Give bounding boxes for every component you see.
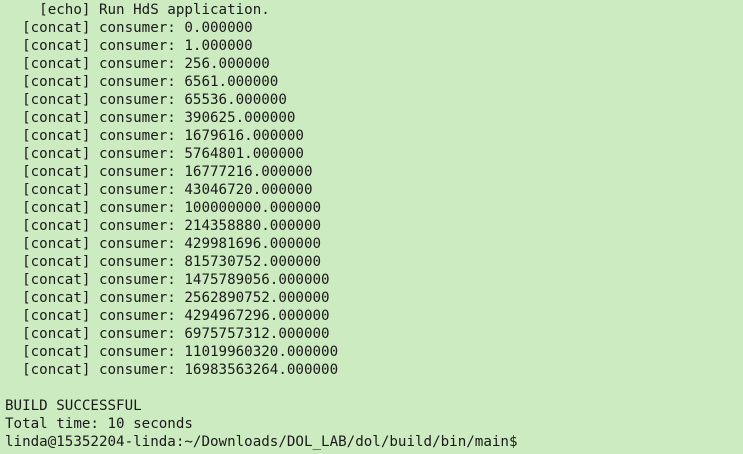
build-status: BUILD SUCCESSFUL [5,398,142,414]
command-prompt[interactable]: linda@15352204-linda:~/Downloads/DOL_LAB… [5,433,743,451]
output-line-blank [5,379,743,397]
text-cursor [518,435,527,450]
output-line-consumer: [concat] consumer: 1475789056.000000 [5,272,330,288]
output-line-consumer: [concat] consumer: 5764801.000000 [5,146,304,162]
output-line-consumer: [concat] consumer: 1679616.000000 [5,128,304,144]
output-line-consumer: [concat] consumer: 43046720.000000 [5,182,313,198]
terminal-window[interactable]: [echo] Run HdS application. [concat] con… [0,0,743,454]
output-line-consumer: [concat] consumer: 6975757312.000000 [5,326,330,342]
output-line-consumer: [concat] consumer: 16983563264.000000 [5,362,339,378]
total-time: Total time: 10 seconds [5,416,193,432]
output-line-consumer: [concat] consumer: 16777216.000000 [5,164,313,180]
output-line-consumer: [concat] consumer: 0.000000 [5,20,253,36]
output-line-consumer: [concat] consumer: 4294967296.000000 [5,308,330,324]
output-line-consumer: [concat] consumer: 11019960320.000000 [5,344,339,360]
output-line-consumer: [concat] consumer: 429981696.000000 [5,236,322,252]
output-line-consumer: [concat] consumer: 1.000000 [5,38,253,54]
output-line-echo: [echo] Run HdS application. [5,2,270,18]
output-line-consumer: [concat] consumer: 214358880.000000 [5,218,322,234]
output-line-consumer: [concat] consumer: 2562890752.000000 [5,290,330,306]
output-line-consumer: [concat] consumer: 815730752.000000 [5,254,322,270]
output-line-consumer: [concat] consumer: 256.000000 [5,56,270,72]
output-line-consumer: [concat] consumer: 100000000.000000 [5,200,322,216]
output-line-consumer: [concat] consumer: 390625.000000 [5,110,296,126]
output-line-consumer: [concat] consumer: 65536.000000 [5,92,287,108]
prompt-text: linda@15352204-linda:~/Downloads/DOL_LAB… [5,434,518,450]
output-line-consumer: [concat] consumer: 6561.000000 [5,74,279,90]
terminal-output: [echo] Run HdS application. [concat] con… [5,1,743,433]
